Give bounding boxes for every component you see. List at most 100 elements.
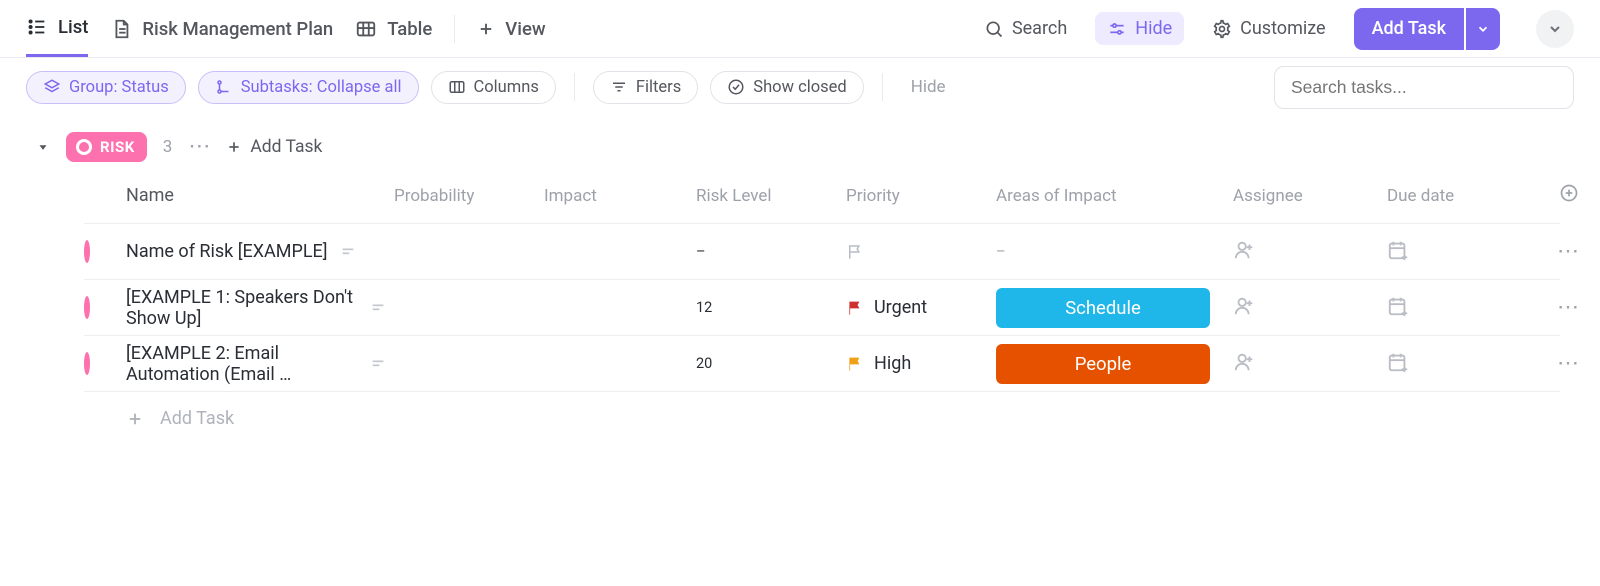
chevron-down-icon	[1476, 22, 1490, 36]
group-count: 3	[163, 137, 173, 157]
col-assignee[interactable]: Assignee	[1233, 186, 1387, 206]
areas-cell[interactable]: People	[996, 344, 1233, 384]
search-tasks-box[interactable]	[1274, 66, 1574, 109]
task-table: Name Probability Impact Risk Level Prior…	[84, 168, 1560, 429]
table-row[interactable]: [EXAMPLE 1: Speakers Don't Show Up] 12 U…	[84, 280, 1560, 336]
due-date-cell[interactable]	[1387, 351, 1533, 377]
show-closed-pill[interactable]: Show closed	[710, 71, 863, 104]
add-view-label: View	[505, 18, 545, 40]
search-label: Search	[1012, 18, 1067, 39]
add-task-button[interactable]: Add Task	[1354, 8, 1464, 50]
columns-icon	[448, 78, 466, 96]
toolbar-hide[interactable]: Hide	[911, 77, 946, 97]
show-closed-pill-label: Show closed	[753, 78, 846, 97]
add-task-dropdown[interactable]	[1466, 8, 1500, 50]
task-name[interactable]: [EXAMPLE 2: Email Automation (Email …	[126, 343, 358, 385]
tab-list-label: List	[58, 16, 88, 38]
description-icon[interactable]	[370, 300, 386, 316]
priority-cell[interactable]: Urgent	[846, 297, 996, 318]
columns-pill[interactable]: Columns	[431, 71, 556, 104]
col-priority[interactable]: Priority	[846, 186, 996, 206]
add-task-inline-label: Add Task	[250, 137, 322, 157]
group-pill-label: Group: Status	[69, 78, 169, 97]
assignee-cell[interactable]	[1233, 351, 1387, 377]
col-risk-level[interactable]: Risk Level	[696, 186, 846, 206]
list-toolbar: Group: Status Subtasks: Collapse all Col…	[0, 58, 1600, 116]
priority-label: Urgent	[874, 297, 927, 318]
due-date-cell[interactable]	[1387, 295, 1533, 321]
list-icon	[26, 16, 48, 38]
priority-cell[interactable]: High	[846, 353, 996, 374]
tab-risk-plan[interactable]: Risk Management Plan	[110, 0, 333, 57]
hide-label: Hide	[1135, 18, 1172, 39]
row-more-icon[interactable]: ⋯	[1533, 351, 1587, 376]
divider	[574, 73, 575, 101]
area-tag: People	[996, 344, 1210, 384]
risk-level-cell[interactable]: –	[696, 243, 846, 260]
customize-button[interactable]: Customize	[1206, 18, 1331, 39]
task-name[interactable]: [EXAMPLE 1: Speakers Don't Show Up]	[126, 287, 358, 329]
doc-icon	[110, 18, 132, 40]
col-areas[interactable]: Areas of Impact	[996, 186, 1233, 206]
add-task-inline[interactable]: Add Task	[226, 137, 322, 157]
add-view[interactable]: View	[477, 0, 545, 57]
table-header: Name Probability Impact Risk Level Prior…	[84, 168, 1560, 224]
stack-icon	[43, 78, 61, 96]
description-icon[interactable]	[370, 356, 386, 372]
filters-pill[interactable]: Filters	[593, 71, 698, 104]
table-row[interactable]: Name of Risk [EXAMPLE] – – ⋯	[84, 224, 1560, 280]
area-empty: –	[996, 243, 1006, 260]
plus-icon	[226, 139, 242, 155]
due-date-cell[interactable]	[1387, 239, 1533, 265]
priority-cell[interactable]	[846, 243, 996, 261]
customize-label: Customize	[1240, 18, 1325, 39]
col-due[interactable]: Due date	[1387, 186, 1533, 206]
filter-icon	[610, 78, 628, 96]
task-name[interactable]: Name of Risk [EXAMPLE]	[126, 241, 328, 262]
hide-toggle[interactable]: Hide	[1095, 12, 1184, 45]
areas-cell[interactable]: –	[996, 243, 1233, 260]
area-tag: Schedule	[996, 288, 1210, 328]
plus-icon	[126, 410, 144, 428]
divider	[454, 15, 455, 43]
divider	[882, 73, 883, 101]
table-icon	[355, 18, 377, 40]
assignee-cell[interactable]	[1233, 239, 1387, 265]
search-icon	[984, 19, 1004, 39]
flag-icon	[846, 355, 864, 373]
assignee-cell[interactable]	[1233, 295, 1387, 321]
tab-table-label: Table	[387, 18, 432, 40]
search-tasks-input[interactable]	[1291, 77, 1557, 98]
description-icon[interactable]	[340, 244, 356, 260]
risk-level-cell[interactable]: 12	[696, 299, 846, 316]
subtasks-icon	[215, 78, 233, 96]
add-task-split: Add Task	[1354, 8, 1500, 50]
status-icon[interactable]	[84, 352, 90, 375]
row-more-icon[interactable]: ⋯	[1533, 239, 1587, 264]
status-badge[interactable]: RISK	[66, 132, 147, 162]
status-icon[interactable]	[84, 296, 90, 319]
add-task-label: Add Task	[1372, 18, 1446, 39]
table-row[interactable]: [EXAMPLE 2: Email Automation (Email … 20…	[84, 336, 1560, 392]
add-task-row[interactable]: Add Task	[84, 392, 1560, 429]
status-dot-icon	[76, 139, 92, 155]
col-probability[interactable]: Probability	[394, 186, 544, 206]
status-icon[interactable]	[84, 240, 90, 263]
tab-list[interactable]: List	[26, 0, 88, 57]
tab-risk-plan-label: Risk Management Plan	[142, 18, 333, 40]
collapse-group-icon[interactable]	[36, 140, 50, 154]
search-button[interactable]: Search	[978, 18, 1073, 39]
risk-level-cell[interactable]: 20	[696, 355, 846, 372]
row-more-icon[interactable]: ⋯	[1533, 295, 1587, 320]
areas-cell[interactable]: Schedule	[996, 288, 1233, 328]
status-badge-label: RISK	[100, 138, 135, 156]
col-impact[interactable]: Impact	[544, 186, 696, 206]
group-pill[interactable]: Group: Status	[26, 71, 186, 104]
tab-table[interactable]: Table	[355, 0, 432, 57]
columns-pill-label: Columns	[474, 78, 539, 97]
col-name[interactable]: Name	[126, 185, 394, 206]
more-menu[interactable]	[1536, 10, 1574, 48]
add-task-row-label: Add Task	[160, 408, 234, 429]
subtasks-pill[interactable]: Subtasks: Collapse all	[198, 71, 419, 104]
add-column[interactable]	[1533, 183, 1587, 208]
